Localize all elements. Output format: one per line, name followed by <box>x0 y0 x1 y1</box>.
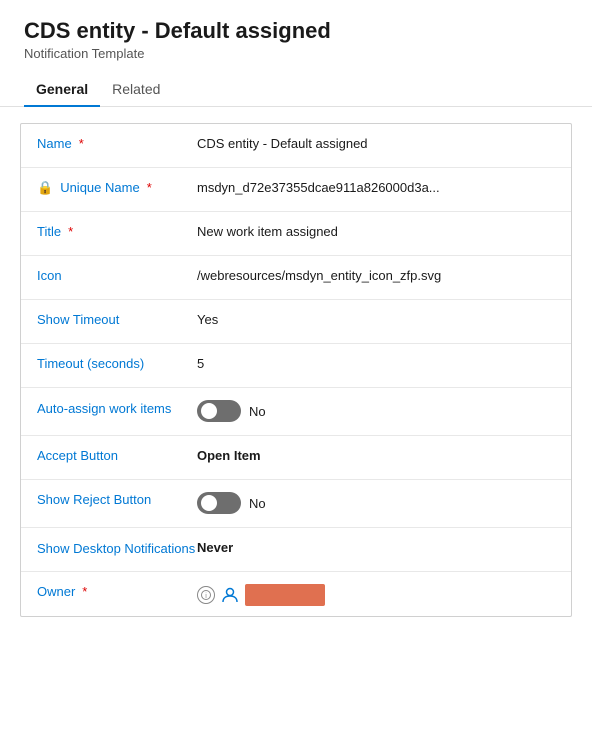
field-row-timeout-seconds: Timeout (seconds) 5 <box>21 344 571 388</box>
value-name: CDS entity - Default assigned <box>197 134 555 151</box>
label-show-reject-button: Show Reject Button <box>37 490 197 507</box>
toggle-switch-show-reject-button[interactable] <box>197 492 241 514</box>
toggle-switch-auto-assign[interactable] <box>197 400 241 422</box>
label-unique-name: 🔒 Unique Name * <box>37 178 197 196</box>
field-row-show-desktop-notifications: Show Desktop Notifications Never <box>21 528 571 572</box>
field-row-owner: Owner * i <box>21 572 571 616</box>
person-icon <box>221 586 239 604</box>
toggle-label-show-reject-button: No <box>249 496 266 511</box>
page-subtitle: Notification Template <box>24 46 568 61</box>
toggle-show-reject-button[interactable]: No <box>197 492 266 514</box>
label-show-timeout: Show Timeout <box>37 310 197 327</box>
owner-controls: i <box>197 584 555 606</box>
required-indicator-name: * <box>79 136 84 151</box>
label-owner: Owner * <box>37 582 197 599</box>
required-indicator-title: * <box>68 224 73 239</box>
field-row-title: Title * New work item assigned <box>21 212 571 256</box>
value-accept-button: Open Item <box>197 446 555 463</box>
field-row-show-timeout: Show Timeout Yes <box>21 300 571 344</box>
field-row-unique-name: 🔒 Unique Name * msdyn_d72e37355dcae911a8… <box>21 168 571 212</box>
form-container: Name * CDS entity - Default assigned 🔒 U… <box>20 123 572 617</box>
field-row-name: Name * CDS entity - Default assigned <box>21 124 571 168</box>
owner-value-box[interactable] <box>245 584 325 606</box>
tab-related[interactable]: Related <box>100 73 172 107</box>
page-title: CDS entity - Default assigned <box>24 18 568 44</box>
info-icon[interactable]: i <box>197 586 215 604</box>
field-row-accept-button: Accept Button Open Item <box>21 436 571 480</box>
value-show-desktop-notifications: Never <box>197 538 555 555</box>
value-title: New work item assigned <box>197 222 555 239</box>
tab-bar: General Related <box>0 73 592 107</box>
value-auto-assign: No <box>197 398 555 425</box>
label-timeout-seconds: Timeout (seconds) <box>37 354 197 371</box>
field-row-auto-assign: Auto-assign work items No <box>21 388 571 436</box>
field-row-icon: Icon /webresources/msdyn_entity_icon_zfp… <box>21 256 571 300</box>
value-owner: i <box>197 582 555 606</box>
value-icon: /webresources/msdyn_entity_icon_zfp.svg <box>197 266 555 283</box>
page-header: CDS entity - Default assigned Notificati… <box>0 0 592 61</box>
label-name: Name * <box>37 134 197 151</box>
field-row-show-reject-button: Show Reject Button No <box>21 480 571 528</box>
value-unique-name: msdyn_d72e37355dcae911a826000d3a... <box>197 178 555 195</box>
label-accept-button: Accept Button <box>37 446 197 463</box>
label-show-desktop-notifications: Show Desktop Notifications <box>37 538 197 558</box>
value-timeout-seconds: 5 <box>197 354 555 371</box>
toggle-label-auto-assign: No <box>249 404 266 419</box>
required-indicator-unique-name: * <box>147 180 152 195</box>
value-show-timeout: Yes <box>197 310 555 327</box>
label-auto-assign: Auto-assign work items <box>37 398 197 418</box>
toggle-auto-assign[interactable]: No <box>197 400 266 422</box>
label-title: Title * <box>37 222 197 239</box>
label-icon: Icon <box>37 266 197 283</box>
value-show-reject-button: No <box>197 490 555 517</box>
tab-general[interactable]: General <box>24 73 100 107</box>
required-indicator-owner: * <box>82 584 87 599</box>
lock-icon: 🔒 <box>37 180 53 196</box>
